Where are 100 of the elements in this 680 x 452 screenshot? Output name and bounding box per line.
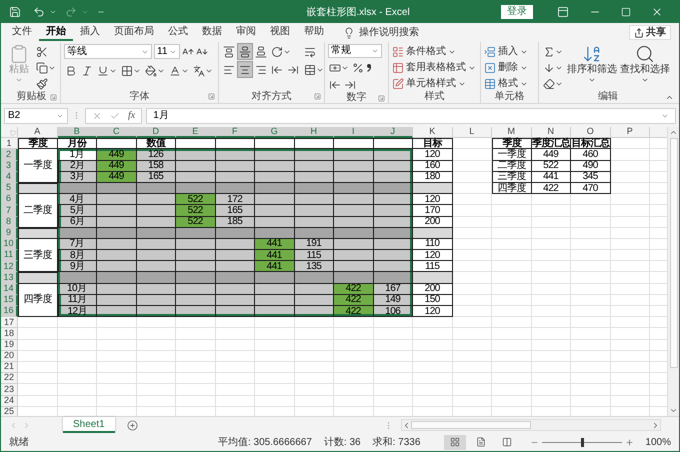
vertical-align-button[interactable] xyxy=(238,44,252,59)
row-header[interactable]: 4 xyxy=(1,172,18,183)
orientation-button[interactable] xyxy=(270,44,292,59)
share-button[interactable]: 共享 xyxy=(629,25,671,40)
row-header[interactable]: 7 xyxy=(1,205,18,216)
add-sheet-icon[interactable] xyxy=(126,420,138,430)
row-header[interactable]: 11 xyxy=(1,250,18,262)
ribbon-tab[interactable]: 页面布局 xyxy=(107,24,161,41)
row-header[interactable]: 20 xyxy=(1,350,18,362)
row-header[interactable]: 3 xyxy=(1,160,18,172)
scroll-left-icon[interactable] xyxy=(402,420,411,430)
scroll-right-icon[interactable] xyxy=(651,420,660,430)
row-header[interactable]: 2 xyxy=(1,149,18,161)
row-header[interactable]: 15 xyxy=(1,294,18,306)
zoom-level[interactable]: 100% xyxy=(645,434,671,450)
row-header[interactable]: 14 xyxy=(1,284,18,295)
formula-input[interactable]: 1月 xyxy=(146,108,676,124)
cells-menu-button[interactable]: 删除 xyxy=(484,60,528,75)
column-header[interactable]: K xyxy=(413,127,452,138)
caret-icon[interactable] xyxy=(49,8,57,16)
row-header[interactable]: 17 xyxy=(1,317,18,328)
dialog-launcher-icon[interactable] xyxy=(314,93,321,100)
font-size-field[interactable]: 11 xyxy=(154,44,180,59)
column-header[interactable]: B xyxy=(58,127,97,138)
lightbulb-icon[interactable] xyxy=(343,26,355,38)
row-header[interactable]: 16 xyxy=(1,306,18,318)
column-header[interactable]: O xyxy=(571,127,610,138)
clear-button[interactable] xyxy=(542,76,564,91)
save-icon[interactable] xyxy=(9,6,21,18)
scrollbar-thumb[interactable] xyxy=(670,138,678,368)
row-header[interactable]: 5 xyxy=(1,182,18,194)
row-header[interactable]: 10 xyxy=(1,238,18,250)
zoom-in-icon[interactable] xyxy=(625,438,634,446)
row-header[interactable]: 24 xyxy=(1,396,18,407)
vertical-scrollbar[interactable] xyxy=(667,127,679,416)
column-header[interactable]: F xyxy=(216,127,255,138)
styles-menu-button[interactable]: 套用表格格式 xyxy=(392,60,476,75)
sort-filter-button[interactable]: 排序和筛选 xyxy=(567,44,617,84)
font-name-field[interactable]: 等线 xyxy=(64,44,152,59)
styles-menu-button[interactable]: 单元格样式 xyxy=(392,76,476,91)
row-header[interactable]: 21 xyxy=(1,362,18,374)
increase-font-size-icon[interactable] xyxy=(182,46,194,58)
decrease-font-size-icon[interactable] xyxy=(196,46,208,58)
column-header[interactable]: A xyxy=(18,127,58,138)
ribbon-display-icon[interactable] xyxy=(557,6,569,18)
view-button[interactable] xyxy=(444,434,466,450)
vertical-align-button[interactable] xyxy=(254,44,268,59)
ribbon-tab[interactable]: 审阅 xyxy=(229,24,263,41)
ribbon-tab[interactable]: 文件 xyxy=(5,24,39,41)
row-header[interactable]: 12 xyxy=(1,261,18,272)
row-header[interactable]: 9 xyxy=(1,228,18,239)
row-header[interactable]: 22 xyxy=(1,373,18,384)
dialog-launcher-icon[interactable] xyxy=(208,93,215,100)
column-header[interactable]: E xyxy=(176,127,216,138)
merge-button[interactable] xyxy=(303,62,325,77)
number-format-field[interactable]: 常规 xyxy=(328,44,382,58)
column-header[interactable]: G xyxy=(255,127,294,138)
row-header[interactable]: 6 xyxy=(1,194,18,206)
ribbon-tab[interactable]: 公式 xyxy=(161,24,195,41)
column-header[interactable]: C xyxy=(97,127,136,138)
column-header[interactable]: D xyxy=(136,127,176,138)
horizontal-align-button[interactable] xyxy=(238,62,252,77)
find-select-button[interactable]: 查找和选择 xyxy=(620,44,670,84)
scrollbar-thumb[interactable] xyxy=(411,421,531,429)
collapse-ribbon-icon[interactable] xyxy=(665,93,674,102)
maximize-icon[interactable] xyxy=(621,7,631,17)
vertical-align-button[interactable] xyxy=(222,44,236,59)
insert-function-button[interactable]: fx xyxy=(128,108,136,123)
close-icon[interactable] xyxy=(651,6,663,18)
cells-menu-button[interactable]: 格式 xyxy=(484,76,528,91)
zoom-slider-thumb[interactable] xyxy=(580,438,584,446)
column-header[interactable]: L xyxy=(452,127,492,138)
dialog-launcher-icon[interactable] xyxy=(50,94,57,101)
scroll-down-icon[interactable] xyxy=(669,406,678,415)
zoom-slider[interactable] xyxy=(542,438,622,446)
column-header[interactable]: H xyxy=(294,127,334,138)
name-box[interactable]: B2 xyxy=(4,108,68,124)
borders-button[interactable] xyxy=(120,63,142,78)
row-header[interactable]: 8 xyxy=(1,216,18,228)
row-header[interactable]: 19 xyxy=(1,340,18,351)
fill-color-button[interactable] xyxy=(144,63,166,78)
tell-me-search[interactable]: 操作说明搜索 xyxy=(359,25,419,40)
horizontal-scrollbar[interactable] xyxy=(401,419,661,431)
column-header[interactable]: J xyxy=(374,127,413,138)
ribbon-tab[interactable]: 帮助 xyxy=(297,24,331,41)
undo-icon[interactable] xyxy=(33,6,45,18)
column-header[interactable]: P xyxy=(610,127,650,138)
sign-in-button[interactable]: 登录 xyxy=(501,5,533,19)
ribbon-tab[interactable]: 插入 xyxy=(73,24,107,41)
scroll-up-icon[interactable] xyxy=(669,128,678,137)
copy-button[interactable] xyxy=(35,60,57,75)
column-header[interactable]: N xyxy=(532,127,571,138)
comma-style-icon[interactable] xyxy=(366,63,372,72)
sheet-tab[interactable]: Sheet1 xyxy=(63,417,115,433)
cells-menu-button[interactable]: 插入 xyxy=(484,44,528,59)
row-header[interactable]: 23 xyxy=(1,384,18,396)
column-header[interactable]: I xyxy=(334,127,374,138)
styles-menu-button[interactable]: 条件格式 xyxy=(392,44,476,59)
dialog-launcher-icon[interactable] xyxy=(378,95,385,102)
ribbon-tab[interactable]: 数据 xyxy=(195,24,229,41)
